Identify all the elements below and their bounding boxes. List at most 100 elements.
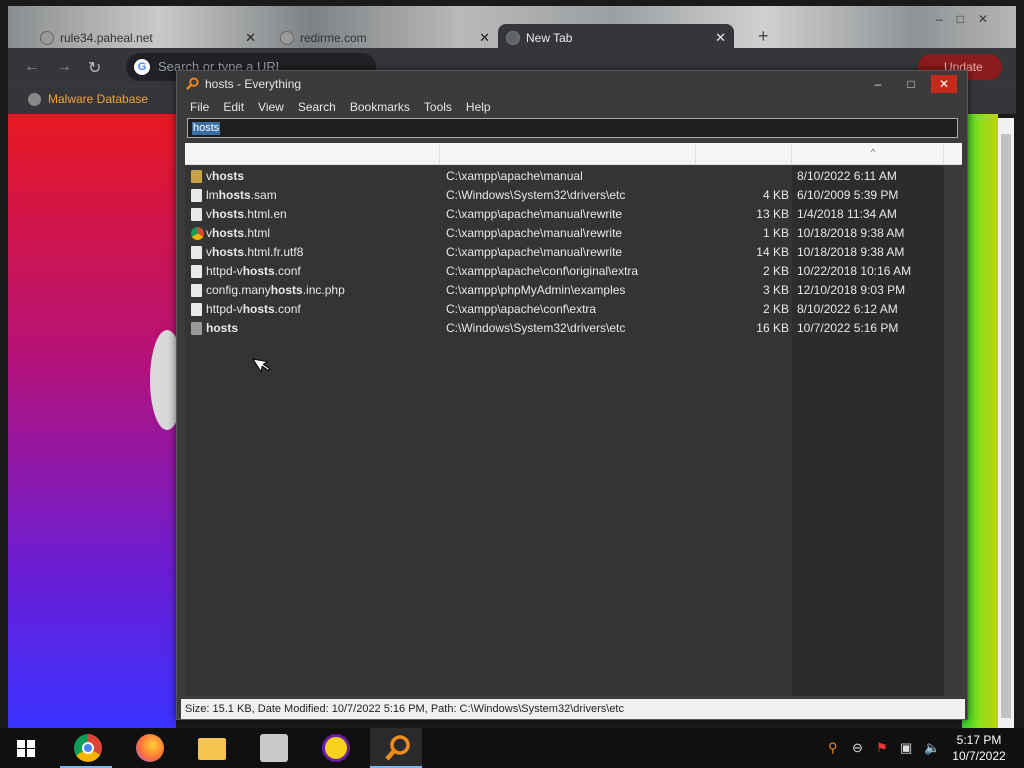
tray-network-icon[interactable]: ▣ [900, 740, 912, 756]
file-size: 14 KB [756, 245, 789, 259]
taskbar-yahoo-messenger[interactable] [308, 728, 360, 768]
file-icon [191, 284, 202, 297]
taskbar-chrome[interactable] [60, 728, 112, 768]
file-name-prefix: httpd-v [206, 264, 243, 278]
file-icon [191, 208, 202, 221]
window-titlebar[interactable]: hosts - Everything [177, 71, 967, 97]
file-size: 2 KB [762, 264, 789, 278]
table-row[interactable]: httpd-vhosts.conf C:\xampp\apache\conf\or… [185, 262, 945, 281]
file-name-match: hosts [242, 302, 275, 316]
file-icon [191, 189, 202, 202]
file-name-match: hosts [212, 245, 245, 259]
table-row[interactable]: vhosts.html.fr.utf8 C:\xampp\apache\manua… [185, 243, 945, 262]
start-button[interactable] [0, 728, 52, 768]
bookmark-label: Malware Database [48, 92, 149, 106]
maximize-icon: □ [907, 77, 915, 91]
tray-volume-icon[interactable]: 🔈 [924, 740, 940, 756]
menu-search[interactable]: Search [291, 97, 343, 117]
results-scrollbar[interactable] [944, 166, 962, 696]
file-icon [191, 303, 202, 316]
minimize-button[interactable]: ‒ [865, 75, 891, 93]
taskbar-everything[interactable] [370, 728, 422, 768]
file-name-suffix: .html [244, 226, 271, 240]
table-row[interactable]: lmhosts.sam C:\Windows\System32\drivers\e… [185, 186, 945, 205]
desktop: rule34.paheal.net ✕ redirme.com ✕ New Ta… [0, 0, 1024, 768]
file-name-suffix: .conf [274, 264, 301, 278]
file-name-suffix: .conf [274, 302, 301, 316]
close-button[interactable]: ✕ [931, 75, 957, 93]
file-name-match: hosts [218, 188, 251, 202]
chrome-icon [74, 734, 102, 762]
table-row[interactable]: vhosts C:\xampp\apache\manual 8/10/2022 6:… [185, 167, 945, 186]
search-query-selected[interactable]: hosts [192, 122, 221, 135]
forward-arrow-icon[interactable]: → [56, 58, 72, 76]
table-row[interactable]: config.manyhosts.inc.php C:\xampp\phpMyAd… [185, 281, 945, 300]
table-row[interactable]: httpd-vhosts.conf C:\xampp\apache\conf\ex… [185, 300, 945, 319]
file-name: config.manyhosts.inc.php [206, 281, 345, 300]
table-row[interactable]: vhosts.html C:\xampp\apache\manual\rewrit… [185, 224, 945, 243]
taskbar: ⚲ ⊖ ⚑ ▣ 🔈 5:17 PM 10/7/2022 [0, 728, 1024, 768]
photo-app-icon [260, 734, 288, 762]
file-size: 2 KB [762, 302, 789, 316]
maximize-button[interactable]: □ [898, 75, 924, 93]
column-header-name[interactable] [185, 143, 440, 165]
file-icon [191, 246, 202, 259]
menu-file[interactable]: File [183, 97, 216, 117]
taskbar-firefox[interactable] [122, 728, 174, 768]
file-date-modified: 12/10/2018 9:03 PM [797, 283, 906, 297]
file-name: vhosts.html [206, 224, 270, 243]
menu-tools[interactable]: Tools [417, 97, 459, 117]
menu-edit[interactable]: Edit [216, 97, 251, 117]
menu-bookmarks[interactable]: Bookmarks [343, 97, 417, 117]
window-title: hosts - Everything [205, 77, 302, 91]
results-list: vhosts C:\xampp\apache\manual 8/10/2022 6:… [185, 166, 962, 696]
back-arrow-icon[interactable]: ← [24, 58, 40, 76]
column-header-date-modified[interactable] [792, 143, 944, 165]
file-path: C:\xampp\apache\conf\extra [446, 302, 597, 316]
file-path: C:\xampp\apache\manual\rewrite [446, 226, 623, 240]
scrollbar-thumb[interactable] [1001, 134, 1011, 718]
menu-view[interactable]: View [251, 97, 291, 117]
file-name-match: hosts [212, 226, 245, 240]
minimize-icon: ‒ [874, 77, 882, 91]
file-size: 16 KB [756, 321, 789, 335]
file-path: C:\xampp\apache\manual\rewrite [446, 207, 623, 221]
file-name: vhosts [206, 167, 244, 186]
tray-minus-icon[interactable]: ⊖ [852, 740, 863, 756]
browser-scrollbar[interactable] [998, 118, 1014, 728]
tray-everything-icon[interactable]: ⚲ [828, 740, 838, 756]
bookmark-malware-database[interactable]: Malware Database [28, 92, 148, 106]
windows-logo-icon [17, 740, 35, 757]
file-date-modified: 10/22/2018 10:16 AM [797, 264, 912, 278]
table-row[interactable]: vhosts.html.en C:\xampp\apache\manual\rew… [185, 205, 945, 224]
column-header-path[interactable] [440, 143, 696, 165]
tab-title: rule34.paheal.net [60, 31, 153, 45]
table-row[interactable]: hosts C:\Windows\System32\drivers\etc 16 K… [185, 319, 945, 338]
search-box[interactable]: hosts [187, 118, 958, 138]
new-tab-plus-icon[interactable]: + [758, 26, 769, 47]
file-name-match: hosts [242, 264, 275, 278]
menu-help[interactable]: Help [459, 97, 498, 117]
column-header-size[interactable] [696, 143, 792, 165]
file-name-suffix: .html.en [244, 207, 287, 221]
taskbar-clock[interactable]: 5:17 PM 10/7/2022 [944, 732, 1014, 764]
everything-search-icon [186, 77, 199, 90]
file-icon [191, 265, 202, 278]
file-name-prefix: httpd-v [206, 302, 243, 316]
file-name-suffix: .inc.php [302, 283, 345, 297]
tray-flag-icon[interactable]: ⚑ [876, 740, 888, 756]
google-icon: G [134, 59, 150, 75]
file-path: C:\Windows\System32\drivers\etc [446, 321, 626, 335]
file-path: C:\xampp\apache\manual [446, 169, 583, 183]
chrome-html-file-icon [191, 227, 204, 240]
taskbar-file-explorer[interactable] [184, 728, 236, 768]
file-name-prefix: lm [206, 188, 219, 202]
file-date-modified: 10/7/2022 5:16 PM [797, 321, 899, 335]
file-size: 13 KB [756, 207, 789, 221]
clock-time: 5:17 PM [956, 733, 1002, 747]
taskbar-photos[interactable] [246, 728, 298, 768]
browser-window-controls[interactable]: –□✕ [936, 12, 1002, 26]
clock-date: 10/7/2022 [952, 749, 1006, 763]
file-icon [191, 170, 202, 183]
reload-icon[interactable]: ↻ [88, 58, 101, 78]
